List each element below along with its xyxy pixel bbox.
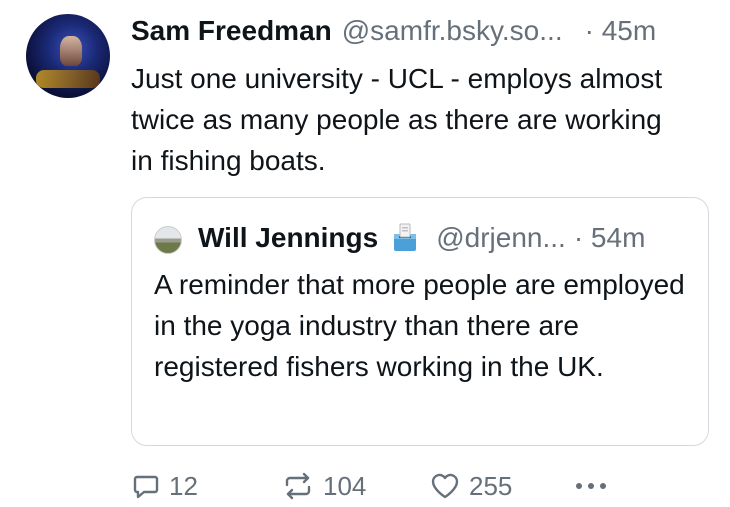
post-actions: 12 104 255 bbox=[131, 466, 611, 506]
repost-icon bbox=[285, 472, 311, 500]
quoted-author-name: Will Jennings bbox=[198, 222, 379, 253]
repost-button[interactable]: 104 bbox=[281, 466, 366, 506]
quoted-author-avatar[interactable] bbox=[154, 226, 182, 254]
quoted-author-handle: @drjenn... bbox=[436, 222, 566, 253]
like-button[interactable]: 255 bbox=[429, 466, 512, 506]
more-options-button[interactable] bbox=[573, 466, 609, 506]
reply-icon bbox=[133, 475, 159, 499]
author-handle[interactable]: @samfr.bsky.so... bbox=[342, 14, 563, 48]
post-header: Sam Freedman @samfr.bsky.so... · 45m bbox=[131, 14, 656, 48]
like-count: 255 bbox=[469, 470, 513, 501]
quoted-post-header: Will Jennings @drjenn... · 54m bbox=[198, 220, 645, 256]
author-avatar[interactable] bbox=[26, 14, 110, 98]
quoted-post[interactable]: Will Jennings @drjenn... · 54m A reminde… bbox=[131, 197, 709, 446]
avatar-stage bbox=[36, 70, 100, 88]
post-card[interactable]: Sam Freedman @samfr.bsky.so... · 45m Jus… bbox=[0, 0, 730, 507]
post-text: Just one university - UCL - employs almo… bbox=[131, 63, 663, 176]
more-dots-icon bbox=[576, 483, 606, 489]
ballot-box-icon bbox=[394, 223, 417, 251]
quoted-post-text: A reminder that more people are employed… bbox=[154, 269, 685, 382]
author-name[interactable]: Sam Freedman bbox=[131, 14, 332, 48]
repost-count: 104 bbox=[323, 470, 367, 501]
quoted-post-time: · 54m bbox=[573, 222, 646, 253]
reply-button[interactable]: 12 bbox=[131, 466, 198, 506]
post-time[interactable]: · 45m bbox=[585, 14, 657, 48]
reply-count: 12 bbox=[169, 470, 198, 501]
heart-icon bbox=[431, 473, 459, 499]
avatar-figure bbox=[60, 36, 82, 66]
